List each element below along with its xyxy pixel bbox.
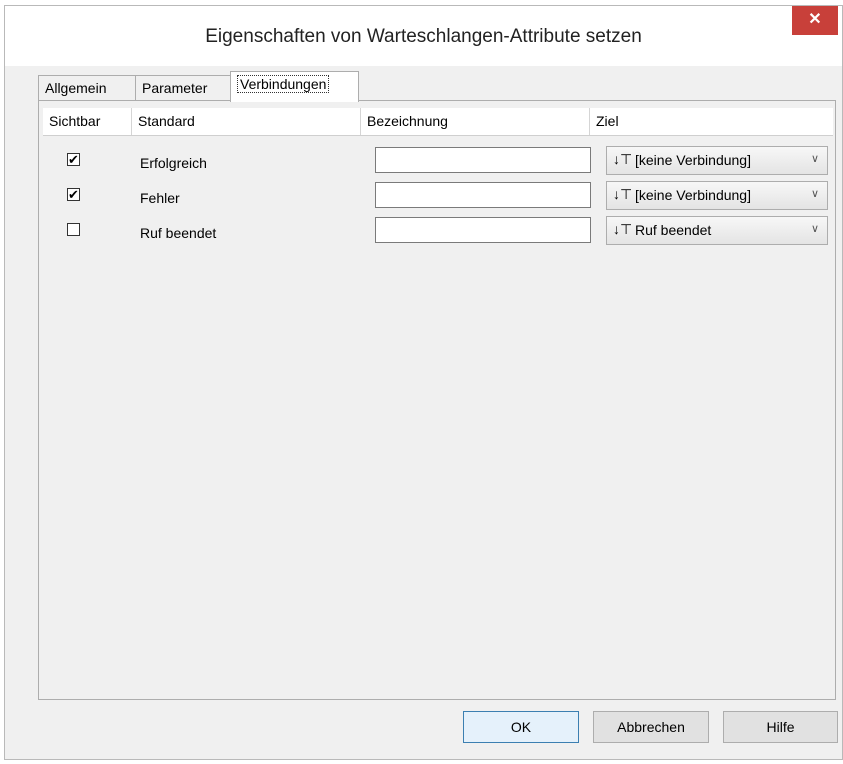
chevron-down-icon: ∨ [810,223,819,235]
column-header-standard[interactable]: Standard [132,108,361,135]
ziel-dropdown[interactable]: ↓⊤ Ruf beendet ∨ [606,216,828,245]
chevron-down-icon: ∨ [810,188,819,200]
table-row: Ruf beendet ↓⊤ Ruf beendet ∨ [43,216,833,248]
ziel-dropdown[interactable]: ↓⊤ [keine Verbindung] ∨ [606,181,828,210]
column-header-bezeichnung[interactable]: Bezeichnung [361,108,590,135]
tab-panel-verbindungen: Sichtbar Standard Bezeichnung Ziel ✔ Erf… [38,100,836,700]
tab-verbindungen[interactable]: Verbindungen [230,71,359,102]
row-standard-label: Erfolgreich [140,155,207,171]
title-bar: Eigenschaften von Warteschlangen-Attribu… [5,6,842,66]
tab-label: Allgemein [45,80,107,96]
visible-checkbox[interactable]: ✔ [67,188,80,201]
table-row: ✔ Fehler ↓⊤ [keine Verbindung] ∨ [43,181,833,213]
ziel-value: [keine Verbindung] [635,152,751,168]
checkmark-icon: ✔ [68,187,79,202]
close-button[interactable]: ✕ [792,6,838,35]
chevron-down-icon: ∨ [810,153,819,165]
connection-target-icon: ↓⊤ [613,221,633,237]
tab-parameter[interactable]: Parameter [135,75,231,101]
connection-target-icon: ↓⊤ [613,186,633,202]
bezeichnung-input[interactable] [375,217,591,243]
table-row: ✔ Erfolgreich ↓⊤ [keine Verbindung] ∨ [43,146,833,178]
visible-checkbox[interactable]: ✔ [67,153,80,166]
tab-label: Parameter [142,80,208,96]
help-button[interactable]: Hilfe [723,711,838,743]
cancel-button[interactable]: Abbrechen [593,711,709,743]
tab-label: Verbindungen [237,75,330,93]
connections-grid: ✔ Erfolgreich ↓⊤ [keine Verbindung] ∨ ✔ … [43,136,833,696]
table-header: Sichtbar Standard Bezeichnung Ziel [43,108,833,136]
connection-target-icon: ↓⊤ [613,151,633,167]
bezeichnung-input[interactable] [375,182,591,208]
ziel-value: Ruf beendet [635,222,712,238]
ziel-dropdown[interactable]: ↓⊤ [keine Verbindung] ∨ [606,146,828,175]
column-header-sichtbar[interactable]: Sichtbar [43,108,132,135]
ok-button[interactable]: OK [463,711,579,743]
column-header-ziel[interactable]: Ziel [590,108,833,135]
visible-checkbox[interactable] [67,223,80,236]
bezeichnung-input[interactable] [375,147,591,173]
ziel-value: [keine Verbindung] [635,187,751,203]
row-standard-label: Fehler [140,190,180,206]
checkmark-icon: ✔ [68,152,79,167]
tab-allgemein[interactable]: Allgemein [38,75,136,101]
dialog-title: Eigenschaften von Warteschlangen-Attribu… [205,26,642,47]
close-icon: ✕ [808,11,822,28]
row-standard-label: Ruf beendet [140,225,217,241]
